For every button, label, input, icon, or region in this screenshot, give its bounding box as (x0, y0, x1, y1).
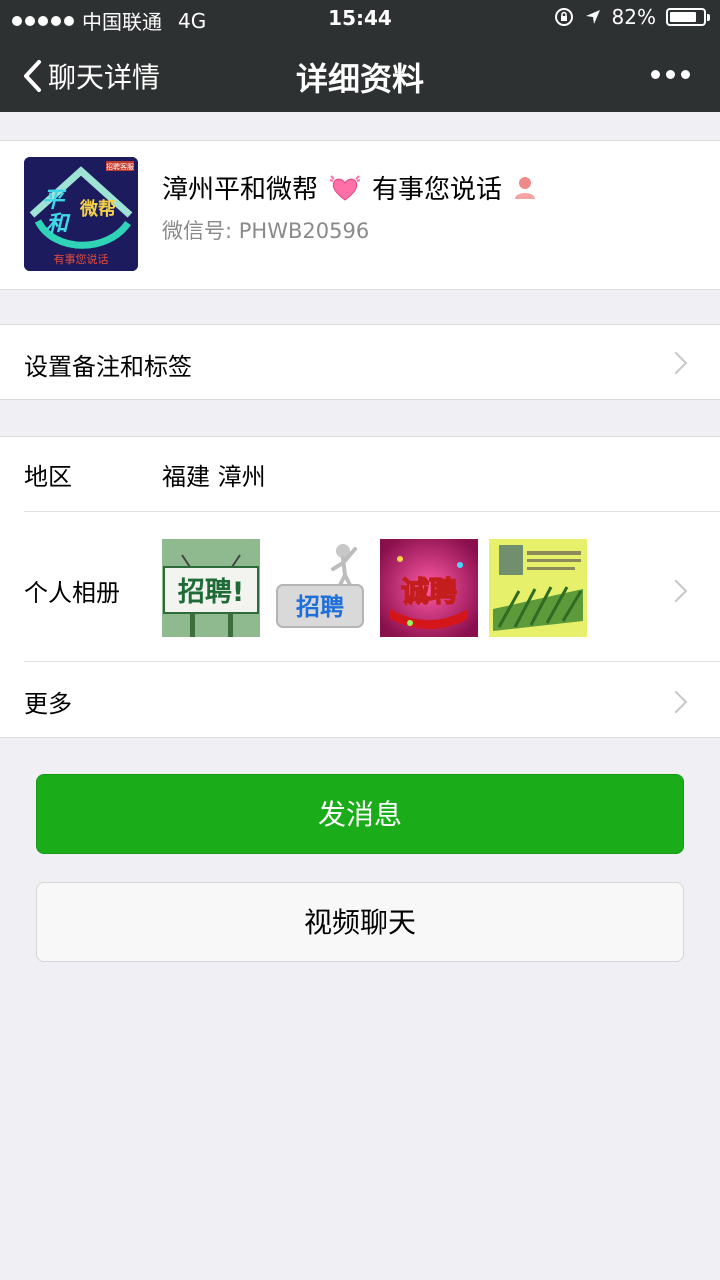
svg-text:有事您说话: 有事您说话 (54, 252, 109, 266)
location-arrow-icon (585, 10, 600, 24)
more-label: 更多 (24, 690, 72, 718)
svg-text:平: 平 (42, 188, 67, 213)
more-dot-icon (651, 70, 660, 79)
person-icon (515, 176, 536, 199)
back-label: 聊天详情 (48, 61, 161, 94)
remark-label: 设置备注和标签 (24, 353, 192, 381)
avatar[interactable]: 招聘客服 平 和 微帮 有事您说话 (24, 157, 138, 271)
album-thumbnail[interactable]: 诚聘 (380, 539, 478, 637)
rotation-lock-icon (554, 8, 573, 26)
status-bar: 中国联通 4G 15:44 82% (0, 0, 720, 36)
album-thumbnail[interactable] (489, 539, 587, 637)
send-message-button[interactable]: 发消息 (36, 774, 684, 854)
album-thumbnail[interactable]: 招聘! (162, 539, 260, 637)
back-button[interactable]: 聊天详情 (22, 56, 160, 96)
region-value: 福建 漳州 (162, 463, 266, 491)
battery-icon (666, 8, 710, 26)
region-row: 地区 福建 漳州 (0, 437, 720, 511)
chevron-left-icon (24, 60, 41, 92)
sparkling-heart-icon (329, 174, 361, 201)
svg-text:诚聘: 诚聘 (401, 575, 457, 608)
wechat-id-label: 微信号: (162, 219, 233, 243)
svg-text:招聘!: 招聘! (178, 577, 244, 608)
profile-name-line: 漳州平和微帮 有事您说话 (162, 169, 538, 206)
chevron-right-icon (664, 351, 688, 375)
battery-percent: 82% (611, 5, 656, 29)
video-call-button[interactable]: 视频聊天 (36, 882, 684, 962)
details-card: 地区 福建 漳州 个人相册 招聘! 招聘 诚聘 更多 (0, 436, 720, 738)
svg-text:招聘客服: 招聘客服 (106, 162, 134, 171)
more-dot-icon (681, 70, 690, 79)
wechat-id-line: 微信号: PHWB20596 (162, 215, 369, 245)
set-remark-and-tags-cell[interactable]: 设置备注和标签 (0, 324, 720, 400)
region-label: 地区 (24, 463, 72, 491)
more-options-button[interactable] (651, 70, 690, 79)
album-thumbnail[interactable]: 招聘 (271, 539, 369, 637)
profile-signature: 有事您说话 (372, 175, 503, 205)
chevron-right-icon (664, 690, 688, 714)
more-dot-icon (666, 70, 675, 79)
more-row[interactable]: 更多 (0, 662, 720, 738)
profile-name: 漳州平和微帮 (162, 175, 319, 205)
avatar-logo-image: 招聘客服 平 和 微帮 有事您说话 (24, 157, 138, 271)
profile-card: 招聘客服 平 和 微帮 有事您说话 漳州平和微帮 有事您说话 微信号: PHWB… (0, 140, 720, 290)
album-label: 个人相册 (24, 579, 120, 607)
svg-text:微帮: 微帮 (79, 198, 116, 220)
status-right: 82% (554, 5, 710, 29)
personal-album-row[interactable]: 个人相册 招聘! 招聘 诚聘 (0, 511, 720, 661)
chevron-right-icon (664, 579, 688, 603)
wechat-id: PHWB20596 (238, 219, 370, 243)
svg-text:和: 和 (46, 212, 71, 237)
navigation-bar: 聊天详情 详细资料 (0, 36, 720, 112)
svg-text:招聘: 招聘 (296, 593, 344, 621)
